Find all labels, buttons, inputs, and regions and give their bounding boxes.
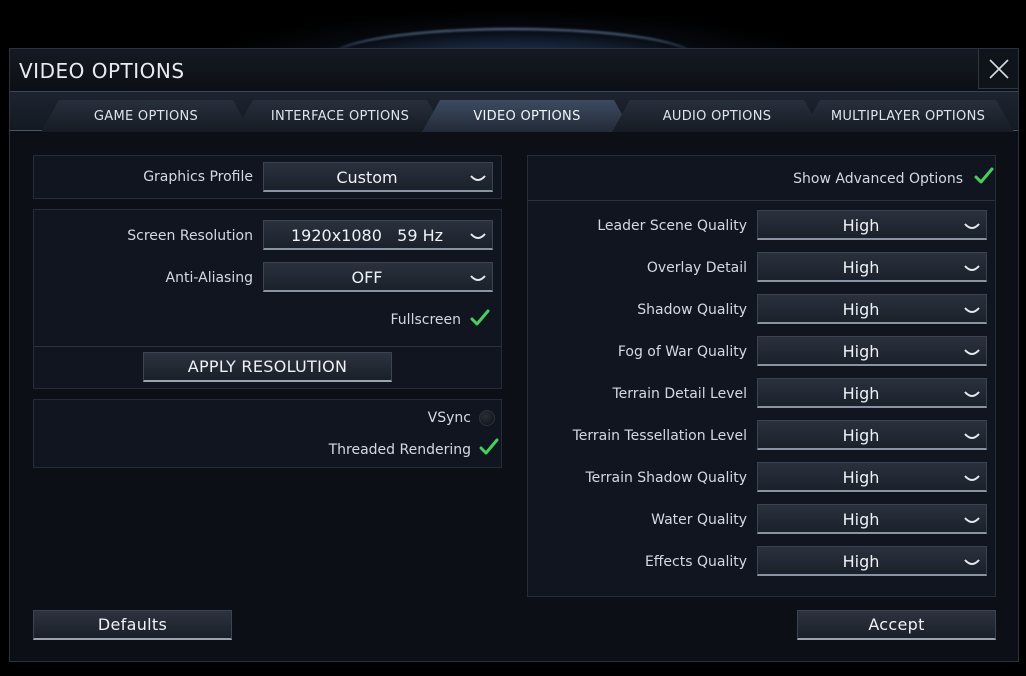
- chevron-down-icon: [964, 349, 980, 355]
- screen-resolution-label: Screen Resolution: [127, 228, 253, 244]
- tab-label: VIDEO OPTIONS: [473, 108, 581, 124]
- shadow-quality-label: Shadow Quality: [637, 302, 747, 318]
- water-quality-label: Water Quality: [651, 512, 747, 528]
- tab-interface-options[interactable]: INTERFACE OPTIONS: [235, 100, 445, 132]
- tab-label: INTERFACE OPTIONS: [270, 108, 410, 124]
- graphics-profile-panel: Graphics Profile Custom: [33, 155, 502, 199]
- chevron-down-icon: [470, 175, 486, 181]
- dropdown-value: High: [842, 384, 880, 403]
- dropdown-value: Custom: [336, 168, 398, 187]
- water-quality-dropdown[interactable]: High: [757, 504, 987, 534]
- dropdown-value: High: [842, 300, 880, 319]
- accept-button[interactable]: Accept: [797, 610, 996, 640]
- graphics-profile-label: Graphics Profile: [143, 169, 253, 185]
- close-icon: [988, 58, 1009, 79]
- shadow-quality-dropdown[interactable]: High: [757, 294, 987, 324]
- title-bar: VIDEO OPTIONS: [10, 49, 1018, 91]
- overlay-detail-label: Overlay Detail: [646, 260, 747, 276]
- rendering-panel: VSync Threaded Rendering: [33, 399, 502, 468]
- tab-label: GAME OPTIONS: [93, 108, 199, 124]
- tab-audio-options[interactable]: AUDIO OPTIONS: [612, 100, 822, 132]
- show-advanced-label: Show Advanced Options: [793, 171, 963, 187]
- fullscreen-label: Fullscreen: [390, 312, 461, 328]
- checkmark-icon[interactable]: [974, 167, 994, 185]
- advanced-options-panel: Show Advanced Options Leader Scene Quali…: [527, 155, 996, 597]
- dropdown-value: High: [842, 552, 880, 571]
- effects-quality-dropdown[interactable]: High: [757, 546, 987, 576]
- anti-aliasing-dropdown[interactable]: OFF: [263, 262, 493, 292]
- divider: [528, 200, 995, 201]
- dropdown-value: High: [842, 342, 880, 361]
- divider: [34, 346, 501, 347]
- leader-scene-quality-dropdown[interactable]: High: [757, 210, 987, 240]
- chevron-down-icon: [964, 475, 980, 481]
- video-options-window: VIDEO OPTIONS GAME OPTIONS INTERFACE OPT…: [9, 48, 1019, 662]
- dropdown-value: OFF: [351, 268, 383, 287]
- dropdown-value: High: [842, 468, 880, 487]
- chevron-down-icon: [964, 391, 980, 397]
- apply-resolution-button[interactable]: APPLY RESOLUTION: [143, 352, 392, 382]
- dropdown-value: High: [842, 216, 880, 235]
- chevron-down-icon: [964, 265, 980, 271]
- terrain-shadow-quality-dropdown[interactable]: High: [757, 462, 987, 492]
- vsync-label: VSync: [427, 410, 471, 426]
- checkmark-icon[interactable]: [479, 438, 499, 456]
- dropdown-value: High: [842, 426, 880, 445]
- chevron-down-icon: [470, 233, 486, 239]
- screen-resolution-dropdown[interactable]: 1920x1080 59 Hz: [263, 220, 493, 250]
- tab-multiplayer-options[interactable]: MULTIPLAYER OPTIONS: [802, 100, 1014, 132]
- chevron-down-icon: [964, 517, 980, 523]
- dropdown-value: 1920x1080 59 Hz: [290, 226, 444, 245]
- window-title: VIDEO OPTIONS: [19, 59, 185, 83]
- overlay-detail-dropdown[interactable]: High: [757, 252, 987, 282]
- dropdown-value: High: [842, 510, 880, 529]
- resolution-panel: Screen Resolution 1920x1080 59 Hz Anti-A…: [33, 209, 502, 389]
- chevron-down-icon: [964, 307, 980, 313]
- threaded-rendering-label: Threaded Rendering: [328, 442, 471, 458]
- terrain-tessellation-level-label: Terrain Tessellation Level: [572, 428, 747, 444]
- tab-game-options[interactable]: GAME OPTIONS: [41, 100, 251, 132]
- chevron-down-icon: [964, 559, 980, 565]
- chevron-down-icon: [470, 275, 486, 281]
- terrain-detail-level-dropdown[interactable]: High: [757, 378, 987, 408]
- tab-bar: GAME OPTIONS INTERFACE OPTIONS VIDEO OPT…: [10, 91, 1018, 131]
- terrain-tessellation-level-dropdown[interactable]: High: [757, 420, 987, 450]
- tab-label: AUDIO OPTIONS: [662, 108, 772, 124]
- leader-scene-quality-label: Leader Scene Quality: [597, 218, 747, 234]
- fog-of-war-quality-label: Fog of War Quality: [617, 344, 747, 360]
- checkmark-icon[interactable]: [470, 309, 490, 327]
- tab-video-options[interactable]: VIDEO OPTIONS: [422, 100, 632, 132]
- fog-of-war-quality-dropdown[interactable]: High: [757, 336, 987, 366]
- chevron-down-icon: [964, 433, 980, 439]
- close-button[interactable]: [978, 49, 1018, 89]
- terrain-shadow-quality-label: Terrain Shadow Quality: [585, 470, 747, 486]
- effects-quality-label: Effects Quality: [644, 554, 747, 570]
- graphics-profile-dropdown[interactable]: Custom: [263, 162, 493, 192]
- terrain-detail-level-label: Terrain Detail Level: [612, 386, 748, 402]
- anti-aliasing-label: Anti-Aliasing: [165, 270, 253, 286]
- dropdown-value: High: [842, 258, 880, 277]
- chevron-down-icon: [964, 223, 980, 229]
- vsync-toggle[interactable]: [479, 410, 495, 426]
- tab-label: MULTIPLAYER OPTIONS: [830, 108, 986, 124]
- defaults-button[interactable]: Defaults: [33, 610, 232, 640]
